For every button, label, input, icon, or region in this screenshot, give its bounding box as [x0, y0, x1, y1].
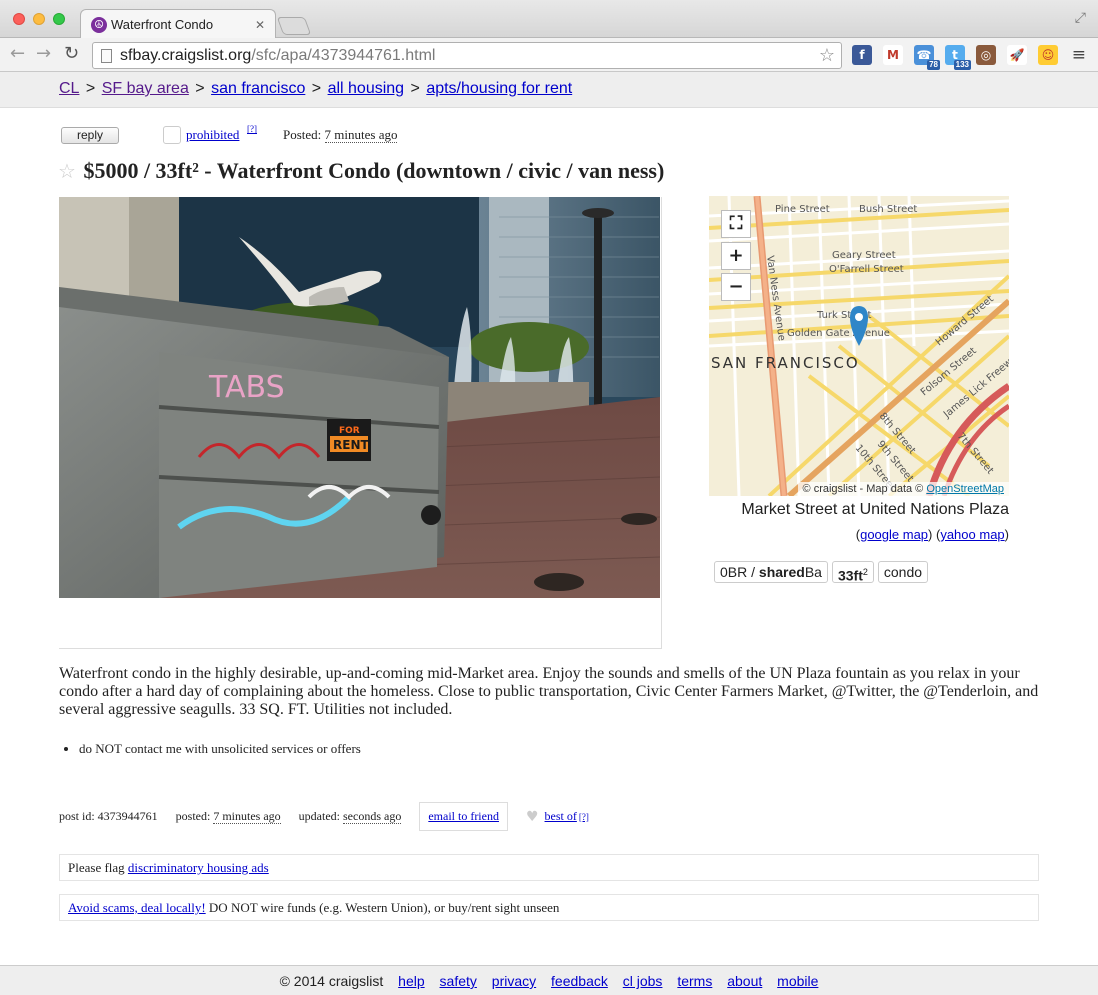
attr-area: 33ft2: [831, 561, 874, 584]
window-minimize-button[interactable]: [33, 13, 45, 25]
flag-prohibited-link[interactable]: prohibited: [186, 127, 239, 143]
window-maximize-button[interactable]: [53, 13, 65, 25]
new-tab-button[interactable]: [276, 17, 312, 35]
posting-body: Waterfront condo in the highly desirable…: [59, 665, 1039, 718]
rocket-extension-icon[interactable]: 🚀: [1007, 45, 1027, 65]
flag-checkbox[interactable]: [163, 126, 181, 144]
best-of-link[interactable]: best of: [545, 809, 577, 824]
map-links: (google map) (yahoo map): [855, 527, 1009, 542]
notices-list: do NOT contact me with unsolicited servi…: [79, 741, 361, 757]
favorite-star-icon[interactable]: ☆: [58, 159, 76, 183]
tab-title: Waterfront Condo: [111, 17, 214, 32]
tab-close-icon[interactable]: ✕: [255, 18, 265, 32]
browser-tabstrip: ☮ Waterfront Condo ✕ ⤢: [0, 0, 1098, 39]
heart-icon[interactable]: ♥: [526, 809, 539, 825]
sign-for: FOR: [339, 426, 360, 436]
footer-link-safety[interactable]: safety: [440, 973, 477, 989]
posting-attributes: 0BR / sharedBa 33ft2 condo: [714, 561, 929, 584]
browser-tab[interactable]: ☮ Waterfront Condo ✕: [80, 9, 276, 39]
breadcrumb: CL > SF bay area > san francisco > all h…: [0, 72, 1098, 108]
window-close-button[interactable]: [13, 13, 25, 25]
openstreetmap-link[interactable]: OpenStreetMap: [926, 483, 1004, 495]
gmail-extension-icon[interactable]: M: [883, 45, 903, 65]
chat-extension-icon[interactable]: ☎ 78: [914, 45, 940, 70]
footer-link-feedback[interactable]: feedback: [551, 973, 608, 989]
browser-toolbar: ← → ↻ sfbay.craigslist.org/sfc/apa/43739…: [0, 38, 1098, 72]
twitter-badge: 133: [953, 60, 971, 70]
google-map-link[interactable]: google map: [860, 527, 928, 542]
map-city-label: SAN FRANCISCO: [711, 354, 860, 372]
map-attribution: © craigslist - Map data © OpenStreetMap: [797, 482, 1009, 496]
breadcrumb-cl[interactable]: CL: [59, 80, 79, 97]
fullscreen-icon[interactable]: ⤢: [1075, 10, 1086, 26]
listing-photo[interactable]: TABS FOR RENT: [59, 197, 660, 598]
footer-link-help[interactable]: help: [398, 973, 424, 989]
post-updated: updated: seconds ago: [298, 809, 402, 824]
footer-link-about[interactable]: about: [727, 973, 762, 989]
posting-title: $5000 / 33ft² - Waterfront Condo (downto…: [83, 158, 665, 183]
yahoo-map-link[interactable]: yahoo map: [940, 527, 1004, 542]
footer-link-mobile[interactable]: mobile: [777, 973, 818, 989]
map-street-label: Pine Street: [775, 204, 830, 215]
footer: © 2014 craigslist help safety privacy fe…: [0, 965, 1098, 995]
breadcrumb-apts-housing[interactable]: apts/housing for rent: [426, 80, 572, 97]
footer-link-privacy[interactable]: privacy: [492, 973, 536, 989]
twitter-extension-icon[interactable]: t 133: [945, 45, 971, 70]
map-address: Market Street at United Nations Plaza: [741, 501, 1009, 518]
email-to-friend-button[interactable]: email to friend: [419, 802, 508, 831]
discriminatory-ads-link[interactable]: discriminatory housing ads: [128, 860, 269, 875]
breadcrumb-sf-bay-area[interactable]: SF bay area: [102, 80, 189, 97]
flag-notice-box: Please flag discriminatory housing ads: [59, 854, 1039, 881]
scam-notice-box: Avoid scams, deal locally! DO NOT wire f…: [59, 894, 1039, 921]
attr-bedrooms-baths: 0BR / sharedBa: [714, 561, 828, 583]
map-zoom-in-button[interactable]: +: [721, 242, 751, 270]
map-street-label: Geary Street: [832, 250, 896, 261]
best-of-help-link[interactable]: [?]: [579, 812, 589, 822]
map-street-label: Golden Gate Avenue: [787, 328, 890, 339]
graffiti-tabs: TABS: [208, 370, 285, 405]
forward-icon[interactable]: →: [36, 43, 51, 64]
chrome-menu-icon[interactable]: ≡: [1072, 45, 1086, 65]
back-icon[interactable]: ←: [10, 43, 25, 64]
bookmark-star-icon[interactable]: ☆: [819, 45, 835, 66]
breadcrumb-all-housing[interactable]: all housing: [328, 80, 405, 97]
sign-rent: RENT: [333, 438, 369, 452]
map-fullscreen-icon[interactable]: ⛶: [721, 210, 751, 238]
flag-help-link[interactable]: [?]: [247, 124, 257, 134]
url-text[interactable]: sfbay.craigslist.org/sfc/apa/4373944761.…: [120, 47, 819, 65]
dumpster-photo-image: TABS FOR RENT: [59, 197, 660, 598]
peace-icon: ☮: [91, 16, 107, 33]
address-bar[interactable]: sfbay.craigslist.org/sfc/apa/4373944761.…: [92, 42, 842, 69]
instagram-extension-icon[interactable]: ◎: [976, 45, 996, 65]
notice-item: do NOT contact me with unsolicited servi…: [79, 741, 361, 757]
page-title: ☆ $5000 / 33ft² - Waterfront Condo (down…: [58, 158, 664, 184]
map-street-label: Bush Street: [859, 204, 917, 215]
map-street-label: O'Farrell Street: [829, 264, 904, 275]
map-tiles: Pine Street Bush Street Geary Street O'F…: [709, 196, 1009, 496]
post-info-bar: post id: 4373944761 posted: 7 minutes ag…: [59, 802, 589, 831]
smiley-extension-icon[interactable]: ☺: [1038, 45, 1058, 65]
facebook-extension-icon[interactable]: f: [852, 45, 872, 65]
avoid-scams-link[interactable]: Avoid scams, deal locally!: [68, 900, 206, 915]
copyright: © 2014 craigslist: [279, 973, 384, 989]
location-map[interactable]: Pine Street Bush Street Geary Street O'F…: [709, 196, 1009, 496]
reply-button[interactable]: reply: [61, 127, 119, 144]
post-posted: posted: 7 minutes ago: [175, 809, 281, 824]
map-zoom-out-button[interactable]: −: [721, 273, 751, 301]
footer-link-terms[interactable]: terms: [677, 973, 712, 989]
photo-gallery: TABS FOR RENT: [59, 197, 662, 649]
posted-date: Posted: 7 minutes ago: [283, 127, 398, 143]
chat-badge: 78: [927, 60, 940, 70]
breadcrumb-san-francisco[interactable]: san francisco: [211, 80, 305, 97]
page-icon: [101, 48, 112, 63]
post-id: post id: 4373944761: [59, 809, 158, 823]
footer-link-cl-jobs[interactable]: cl jobs: [623, 973, 663, 989]
reload-icon[interactable]: ↻: [64, 43, 79, 64]
attr-housing-type: condo: [877, 561, 929, 583]
